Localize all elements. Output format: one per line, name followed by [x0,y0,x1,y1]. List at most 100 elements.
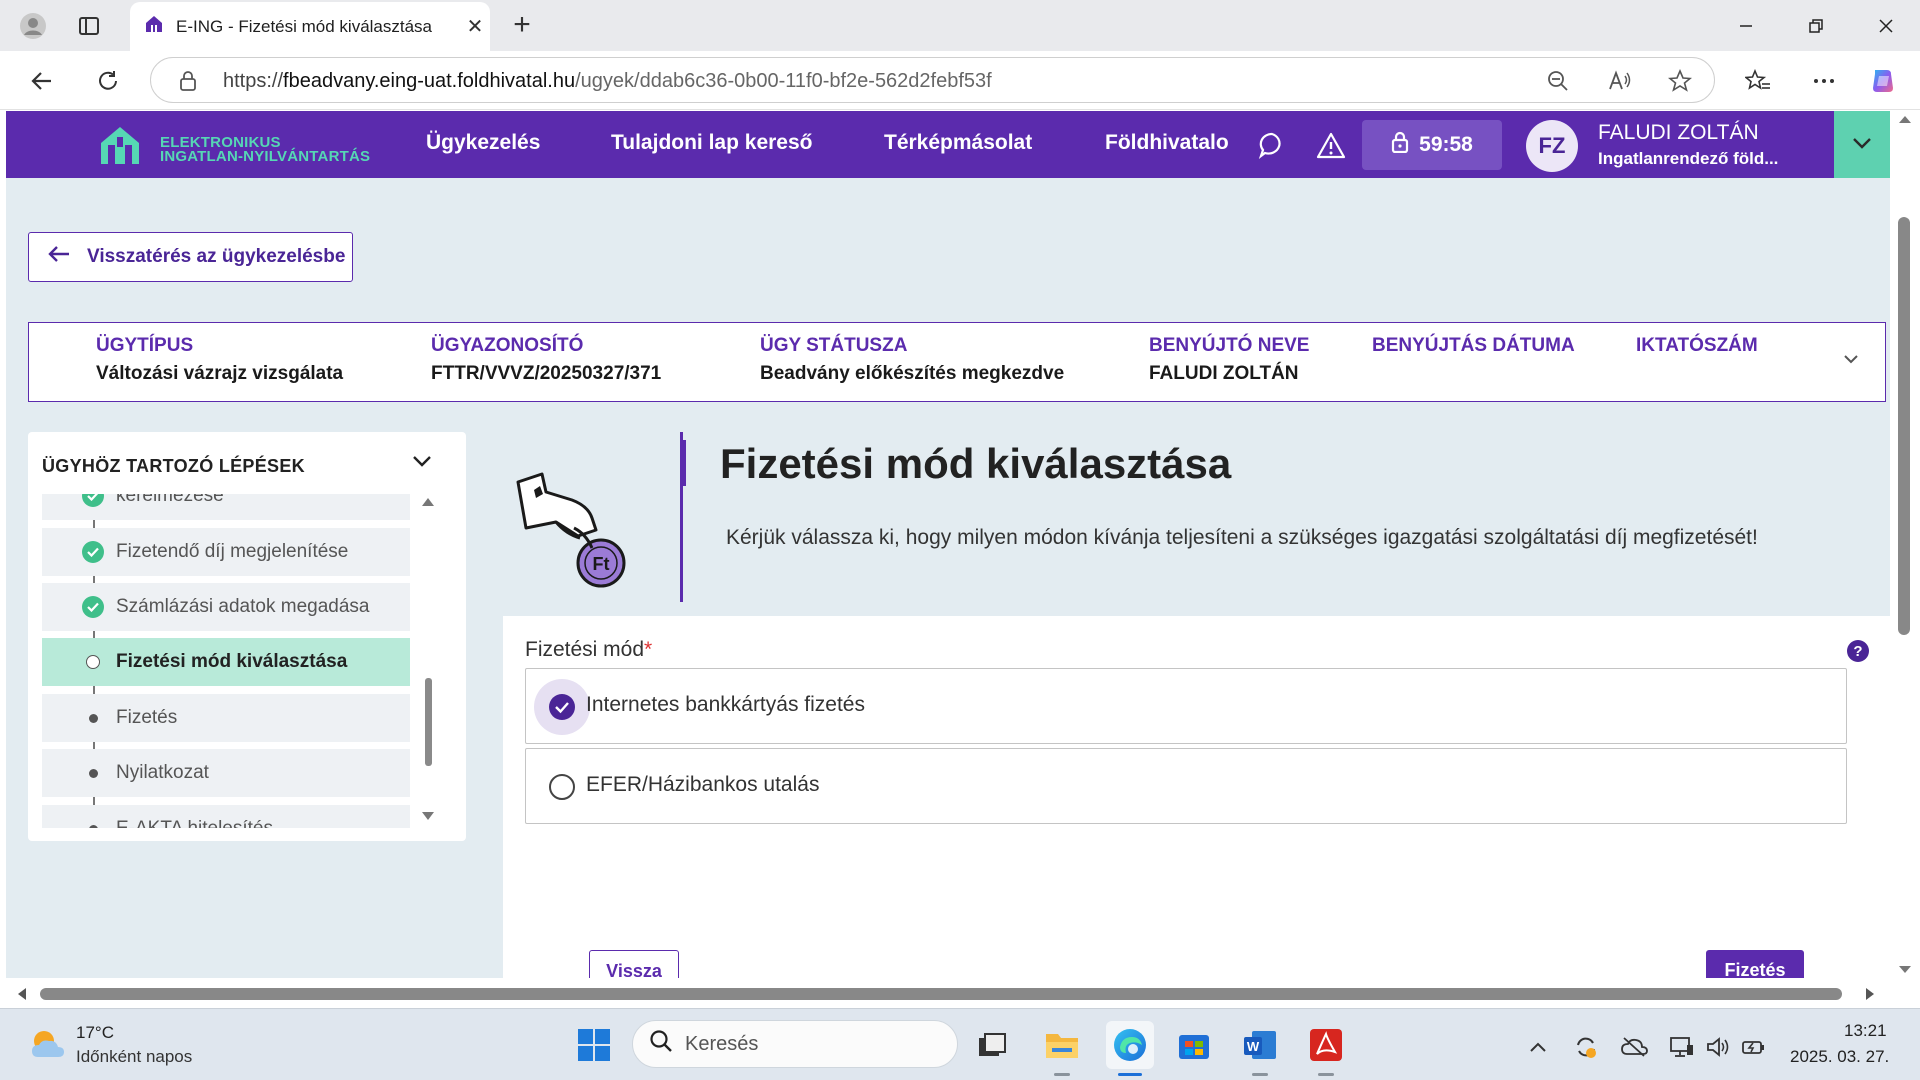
network-icon[interactable] [1668,1033,1696,1061]
warning-icon[interactable] [1313,127,1349,163]
payment-hand-coin-icon: Ft [506,468,646,608]
step-item[interactable]: Számlázási adatok megadása [42,583,410,631]
show-hidden-icons-chevron-icon[interactable] [1524,1033,1552,1061]
weather-sun-cloud-icon[interactable] [28,1027,66,1066]
url-text[interactable]: https://fbeadvany.eing-uat.foldhivatal.h… [223,70,992,93]
favorites-icon[interactable] [1740,63,1776,99]
weather-temperature[interactable]: 17°C [76,1023,114,1043]
site-logo-text[interactable]: ELEKTRONIKUS INGATLAN-NYILVÁNTARTÁS [160,135,371,165]
page-vertical-scrollbar[interactable] [1890,111,1920,978]
steps-collapse-chevron-icon[interactable] [412,454,432,473]
step-item[interactable]: Nyilatkozat [42,749,410,797]
required-mark: * [644,638,653,661]
payment-method-label: Fizetési mód* [525,638,652,662]
step-label: E-AKTA hitelesítés [116,818,273,828]
step-item[interactable]: kérelmezése [42,494,410,520]
omnibox[interactable]: https://fbeadvany.eing-uat.foldhivatal.h… [150,57,1715,103]
pay-button[interactable]: Fizetés [1706,950,1804,978]
step-pending-icon [82,818,104,828]
steps-scrollbar[interactable] [420,494,436,824]
search-placeholder: Keresés [685,1032,759,1055]
minimize-icon[interactable] [1712,0,1780,51]
radio-unselected-icon[interactable] [534,759,590,815]
eing-logo-icon[interactable] [98,123,142,172]
profile-icon[interactable] [16,9,50,43]
battery-icon[interactable] [1740,1033,1768,1061]
clock-date[interactable]: 2025. 03. 27. [1790,1047,1889,1067]
session-timer[interactable]: 59:58 [1362,120,1502,170]
word-indicator [1252,1073,1268,1076]
lock-icon[interactable] [173,66,203,96]
word-icon[interactable]: W [1238,1023,1282,1067]
submitter-name-value: FALUDI ZOLTÁN [1149,363,1299,384]
address-bar-row: https://fbeadvany.eing-uat.foldhivatal.h… [0,51,1920,110]
step-label: Fizetési mód kiválasztása [116,651,348,672]
steps-panel: ÜGYHÖZ TARTOZÓ LÉPÉSEK kérelmezése Fizet… [28,432,466,841]
sync-icon[interactable] [1572,1033,1600,1061]
back-button-label: Visszatérés az ügykezelésbe [87,246,346,267]
back-button[interactable]: Vissza [589,950,679,978]
step-done-icon [82,494,104,507]
user-menu-dropdown[interactable] [1834,111,1890,178]
case-id: ÜGYAZONOSÍTÓ FTTR/VVVZ/20250327/371 [431,335,661,385]
read-aloud-icon[interactable] [1605,66,1635,96]
case-expand-chevron-icon[interactable] [1843,351,1859,369]
menu-item-ugykezeles[interactable]: Ügykezelés [426,131,540,155]
step-item[interactable]: Fizetendő díj megjelenítése [42,528,410,576]
help-icon[interactable]: ? [1847,640,1869,662]
copilot-icon[interactable] [1866,63,1902,99]
browser-tab-active[interactable]: E-ING - Fizetési mód kiválasztása ✕ [130,2,490,51]
acrobat-reader-icon[interactable] [1304,1023,1348,1067]
step-item[interactable]: E-AKTA hitelesítés [42,805,410,828]
option-efer-transfer[interactable]: EFER/Házibankos utalás [525,748,1847,824]
menu-item-terkepmasolat[interactable]: Térképmásolat [884,131,1032,155]
tab-actions-icon[interactable] [72,9,106,43]
weather-description[interactable]: Időnként napos [76,1047,192,1067]
back-arrow-icon[interactable] [24,63,60,99]
step-item-current[interactable]: Fizetési mód kiválasztása [42,638,410,686]
restore-icon[interactable] [1782,0,1850,51]
menu-item-foldhivatalok[interactable]: Földhivatalo [1105,131,1229,155]
task-view-icon[interactable] [970,1023,1014,1067]
page-horizontal-scroll-thumb[interactable] [40,988,1842,1000]
clock-time[interactable]: 13:21 [1844,1021,1887,1041]
chat-icon[interactable] [1254,127,1290,163]
edge-browser-icon[interactable] [1106,1021,1154,1069]
reload-icon[interactable] [90,63,126,99]
favorite-star-icon[interactable] [1665,66,1695,96]
new-tab-button[interactable]: + [505,9,539,43]
case-status-value: Beadvány előkészítés megkezdve [760,363,1065,384]
onedrive-offline-icon[interactable] [1620,1033,1648,1061]
chevron-down-icon [1852,136,1872,154]
tab-close-icon[interactable]: ✕ [460,14,490,39]
logo-line-2: INGATLAN-NYILVÁNTARTÁS [160,148,371,165]
acrobat-indicator [1318,1073,1334,1076]
option-card-payment[interactable]: Internetes bankkártyás fizetés [525,668,1847,744]
url-scheme: https:// [223,70,284,92]
case-id-value: FTTR/VVVZ/20250327/371 [431,363,662,384]
case-status-label: ÜGY STÁTUSZA [760,335,908,356]
file-explorer-icon[interactable] [1040,1023,1084,1067]
url-host: fbeadvany.eing-uat.foldhivatal.hu [283,70,576,92]
start-windows-icon[interactable] [572,1023,616,1067]
step-pending-icon [82,762,104,784]
site-header: ELEKTRONIKUS INGATLAN-NYILVÁNTARTÁS Ügyk… [6,111,1840,178]
site-favicon-icon [144,14,164,39]
payment-method-label-text: Fizetési mód [525,638,645,661]
more-options-icon[interactable] [1806,63,1842,99]
submitter-name: BENYÚJTÓ NEVE FALUDI ZOLTÁN [1149,335,1309,385]
page-vertical-scroll-thumb[interactable] [1898,217,1910,635]
microsoft-store-icon[interactable] [1172,1023,1216,1067]
back-to-case-management-button[interactable]: Visszatérés az ügykezelésbe [28,232,353,282]
volume-icon[interactable] [1704,1033,1732,1061]
user-avatar[interactable]: FZ [1526,120,1578,172]
step-item[interactable]: Fizetés [42,694,410,742]
close-window-icon[interactable] [1852,0,1920,51]
page-horizontal-scrollbar[interactable] [0,978,1920,1008]
taskbar-search[interactable]: Keresés [632,1020,958,1068]
zoom-out-icon[interactable] [1543,66,1573,96]
option-card-payment-label: Internetes bankkártyás fizetés [586,693,865,716]
radio-selected-icon[interactable] [534,679,590,735]
case-type-value: Változási vázrajz vizsgálata [96,363,344,384]
menu-item-tulajdoni-lap[interactable]: Tulajdoni lap kereső [611,131,813,155]
